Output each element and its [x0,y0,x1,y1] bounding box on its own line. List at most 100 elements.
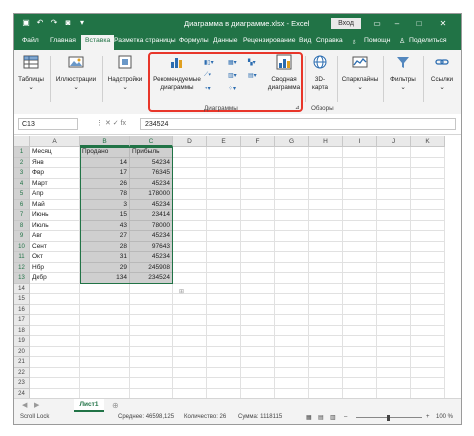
empty-cell[interactable] [309,157,343,168]
empty-cell[interactable] [309,199,343,210]
empty-cell[interactable] [309,210,343,221]
empty-cell[interactable] [207,273,241,284]
empty-cell[interactable] [377,262,411,273]
empty-cell[interactable] [411,304,445,315]
row-header[interactable]: 1 [14,147,30,158]
empty-cell[interactable] [241,304,275,315]
empty-cell[interactable] [411,189,445,200]
empty-cell[interactable] [377,147,411,158]
row-header[interactable]: 11 [14,252,30,263]
empty-cell[interactable] [173,346,207,357]
camera-icon[interactable]: ◙ [62,17,74,29]
empty-cell[interactable] [207,336,241,347]
share-button[interactable]: Поделиться [409,37,447,44]
empty-cell[interactable] [343,147,377,158]
empty-cell[interactable] [207,378,241,389]
empty-cell[interactable] [343,336,377,347]
data-cell[interactable]: 97643 [130,241,173,252]
row-header[interactable]: 12 [14,262,30,273]
empty-cell[interactable] [241,378,275,389]
empty-cell[interactable] [309,231,343,242]
zoom-slider-thumb[interactable] [387,415,390,421]
row-header[interactable]: 5 [14,189,30,200]
empty-cell[interactable] [241,346,275,357]
select-all-corner[interactable] [14,136,30,147]
tab-file[interactable]: Файл [22,37,39,44]
sparklines-button[interactable]: Спарклайны ⌄ [340,54,380,92]
empty-cell[interactable] [343,304,377,315]
tab-insert[interactable]: Вставка [81,35,115,50]
data-cell[interactable]: 245908 [130,262,173,273]
empty-cell[interactable] [309,367,343,378]
empty-cell[interactable] [173,273,207,284]
empty-cell[interactable] [241,262,275,273]
empty-cell[interactable] [343,157,377,168]
empty-cell[interactable] [275,346,309,357]
empty-cell[interactable] [207,168,241,179]
empty-cell[interactable] [275,252,309,263]
row-header[interactable]: 4 [14,178,30,189]
empty-cell[interactable] [207,325,241,336]
empty-cell[interactable] [173,304,207,315]
row-header[interactable]: 15 [14,294,30,305]
illustrations-button[interactable]: Иллюстрации ⌄ [54,54,98,92]
empty-cell[interactable] [241,178,275,189]
empty-cell[interactable] [411,315,445,326]
empty-cell[interactable] [343,378,377,389]
addins-button[interactable]: Надстройки ⌄ [106,54,144,92]
empty-cell[interactable] [173,325,207,336]
empty-cell[interactable] [173,262,207,273]
empty-cell[interactable] [173,252,207,263]
empty-cell[interactable] [80,346,130,357]
empty-cell[interactable] [241,388,275,398]
empty-cell[interactable] [309,325,343,336]
data-cell[interactable]: 23414 [130,210,173,221]
row-header[interactable]: 17 [14,315,30,326]
empty-cell[interactable] [377,283,411,294]
empty-cell[interactable] [173,231,207,242]
empty-cell[interactable] [377,220,411,231]
empty-cell[interactable] [173,147,207,158]
data-cell[interactable]: Май [30,199,80,210]
data-cell[interactable]: 78000 [130,220,173,231]
empty-cell[interactable] [207,189,241,200]
empty-cell[interactable] [207,315,241,326]
undo-icon[interactable]: ↶ [34,17,46,29]
empty-cell[interactable] [309,357,343,368]
row-header[interactable]: 10 [14,241,30,252]
empty-cell[interactable] [80,378,130,389]
empty-cell[interactable] [275,336,309,347]
empty-cell[interactable] [377,346,411,357]
empty-cell[interactable] [80,325,130,336]
zoom-in-icon[interactable]: + [426,414,430,420]
empty-cell[interactable] [80,388,130,398]
empty-cell[interactable] [377,189,411,200]
empty-cell[interactable] [207,388,241,398]
empty-cell[interactable] [377,294,411,305]
empty-cell[interactable] [411,346,445,357]
empty-cell[interactable] [309,241,343,252]
data-cell[interactable]: Нбр [30,262,80,273]
data-cell[interactable]: 14 [80,157,130,168]
tab-data[interactable]: Данные [213,37,238,44]
data-cell[interactable]: 45234 [130,199,173,210]
column-header[interactable]: K [411,136,445,147]
empty-cell[interactable] [30,357,80,368]
row-header[interactable]: 21 [14,357,30,368]
empty-cell[interactable] [241,336,275,347]
redo-icon[interactable]: ↷ [48,17,60,29]
empty-cell[interactable] [343,325,377,336]
empty-cell[interactable] [30,367,80,378]
data-cell[interactable]: 15 [80,210,130,221]
empty-cell[interactable] [241,273,275,284]
row-header[interactable]: 14 [14,283,30,294]
column-header[interactable]: A [30,136,80,147]
empty-cell[interactable] [275,294,309,305]
data-cell[interactable]: 234524 [130,273,173,284]
name-box[interactable]: C13 [18,118,78,130]
empty-cell[interactable] [343,241,377,252]
empty-cell[interactable] [343,252,377,263]
empty-cell[interactable] [275,178,309,189]
empty-cell[interactable] [309,147,343,158]
empty-cell[interactable] [275,378,309,389]
